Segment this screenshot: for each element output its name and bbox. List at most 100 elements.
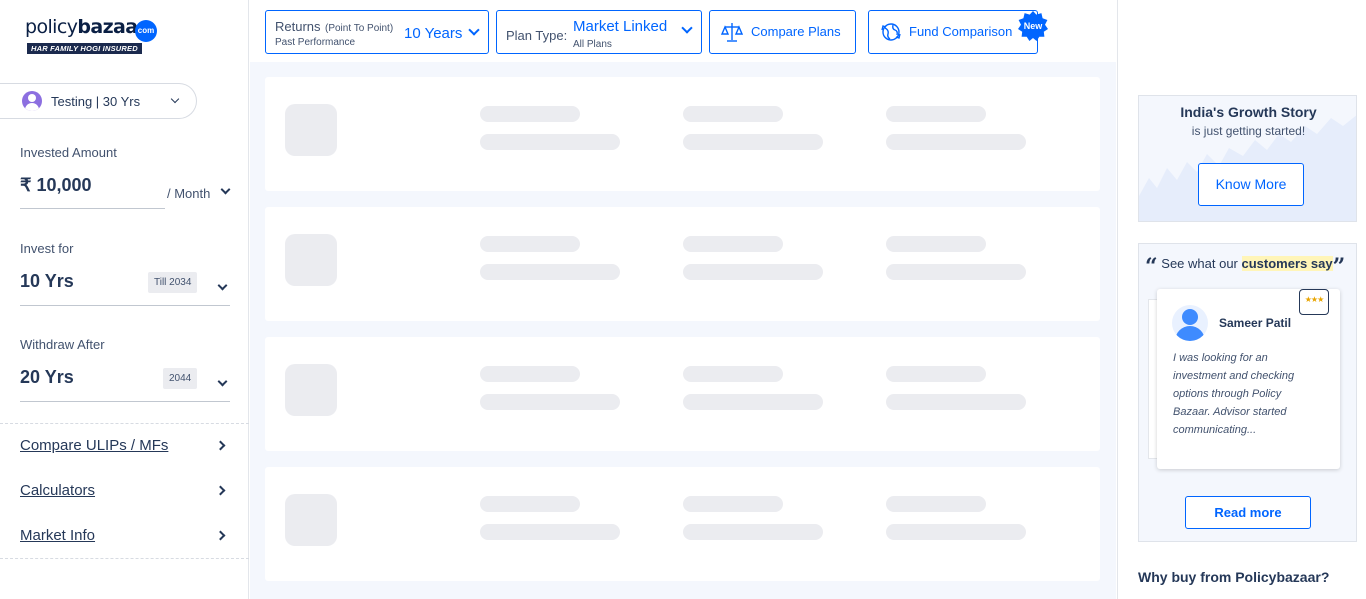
profile-selector[interactable]: Testing | 30 Yrs bbox=[0, 83, 197, 119]
chevron-down-icon[interactable] bbox=[220, 184, 231, 195]
chevron-down-icon bbox=[681, 22, 693, 34]
policybazaar-logo[interactable]: policybazaar com HAR FAMILY HOGI INSURED bbox=[25, 16, 165, 58]
withdraw-after-value[interactable]: 20 Yrs bbox=[20, 367, 74, 388]
logo-tagline: HAR FAMILY HOGI INSURED bbox=[27, 43, 142, 54]
skeleton-line bbox=[683, 496, 783, 512]
skeleton-line bbox=[683, 236, 783, 252]
customer-reviews-card: “ See what our customers say” Sameer Pat… bbox=[1138, 243, 1357, 542]
skeleton-line bbox=[886, 366, 986, 382]
filter-bar: Returns (Point To Point) Past Performanc… bbox=[250, 0, 1116, 62]
profile-label: Testing | 30 Yrs bbox=[51, 93, 141, 109]
skeleton-line bbox=[480, 134, 620, 150]
compare-ulips-label: Compare ULIPs / MFs bbox=[20, 437, 169, 454]
compare-plans-label: Compare Plans bbox=[751, 24, 841, 39]
skeleton-line bbox=[683, 394, 823, 410]
chevron-right-icon bbox=[215, 440, 226, 451]
invested-amount-underline bbox=[20, 208, 165, 209]
reviews-heading: “ See what our customers say” bbox=[1145, 254, 1345, 280]
skeleton-line bbox=[886, 106, 986, 122]
open-quote-icon: “ bbox=[1145, 254, 1158, 280]
skeleton-line bbox=[683, 366, 783, 382]
sidebar: policybazaar com HAR FAMILY HOGI INSURED… bbox=[0, 0, 249, 599]
skeleton-line bbox=[886, 264, 1026, 280]
skeleton-line bbox=[480, 496, 580, 512]
results-area: Returns (Point To Point) Past Performanc… bbox=[250, 0, 1116, 599]
invested-amount-label: Invested Amount bbox=[20, 145, 117, 160]
logo-dotcom-badge: com bbox=[135, 20, 157, 42]
chevron-right-icon bbox=[215, 530, 226, 541]
divider bbox=[0, 558, 249, 559]
skeleton-logo bbox=[285, 494, 337, 546]
plan-type-filter[interactable]: Plan Type: Market Linked All Plans bbox=[496, 10, 702, 54]
skeleton-line bbox=[886, 134, 1026, 150]
know-more-button[interactable]: Know More bbox=[1198, 163, 1304, 206]
invested-amount-field: Invested Amount bbox=[20, 145, 230, 160]
calculators-link[interactable]: Calculators bbox=[20, 482, 230, 499]
close-quote-icon: ” bbox=[1332, 254, 1346, 280]
review-text: I was looking for an investment and chec… bbox=[1173, 352, 1295, 436]
app-root: policybazaar com HAR FAMILY HOGI INSURED… bbox=[0, 0, 1366, 599]
chevron-down-icon bbox=[468, 24, 480, 36]
chevron-down-icon[interactable] bbox=[217, 280, 228, 291]
frequency-selector[interactable]: / Month bbox=[167, 186, 210, 201]
skeleton-logo bbox=[285, 364, 337, 416]
skeleton-line bbox=[886, 394, 1026, 410]
returns-label: Returns bbox=[275, 19, 321, 34]
frequency-label: / Month bbox=[167, 186, 211, 201]
growth-story-card: India's Growth Story is just getting sta… bbox=[1138, 95, 1357, 222]
fund-comparison-button[interactable]: Fund Comparison bbox=[868, 10, 1038, 54]
invested-amount-input[interactable]: ₹ 10,000 bbox=[20, 175, 92, 196]
chevron-down-icon bbox=[170, 94, 180, 104]
skeleton-line bbox=[886, 236, 986, 252]
rating-stars-icon: ★★★ bbox=[1299, 289, 1329, 315]
plan-type-value: Market Linked bbox=[573, 18, 668, 35]
invest-for-value[interactable]: 10 Yrs bbox=[20, 271, 74, 292]
skeleton-logo bbox=[285, 104, 337, 156]
fund-comparison-label: Fund Comparison bbox=[909, 24, 1013, 39]
why-buy-heading: Why buy from Policybazaar? bbox=[1138, 569, 1330, 585]
returns-value: 10 Years bbox=[404, 25, 463, 42]
plan-card-skeleton bbox=[265, 207, 1100, 321]
reviewer-name: Sameer Patil bbox=[1219, 316, 1292, 330]
market-info-label: Market Info bbox=[20, 527, 96, 544]
invest-for-underline bbox=[20, 305, 230, 306]
skeleton-line bbox=[480, 394, 620, 410]
plan-type-label: Plan Type: bbox=[506, 28, 568, 43]
skeleton-line bbox=[683, 106, 783, 122]
review-card: Sameer Patil I was looking for an invest… bbox=[1157, 289, 1340, 469]
returns-label-row: Returns (Point To Point) bbox=[275, 18, 393, 36]
skeleton-line bbox=[683, 134, 823, 150]
skeleton-line bbox=[480, 524, 620, 540]
returns-sub-label: Past Performance bbox=[275, 37, 356, 48]
growth-subtitle: is just getting started! bbox=[1191, 124, 1306, 138]
plan-type-sub-label: All Plans bbox=[573, 39, 612, 50]
invest-for-label: Invest for bbox=[20, 241, 74, 256]
skeleton-line bbox=[886, 496, 986, 512]
calculators-label: Calculators bbox=[20, 482, 96, 499]
market-info-link[interactable]: Market Info bbox=[20, 527, 230, 544]
skeleton-line bbox=[480, 264, 620, 280]
skeleton-line bbox=[480, 106, 580, 122]
growth-title: India's Growth Story bbox=[1180, 104, 1317, 120]
plan-card-skeleton bbox=[265, 467, 1100, 581]
withdraw-after-label: Withdraw After bbox=[20, 337, 105, 352]
plan-card-skeleton bbox=[265, 337, 1100, 451]
chevron-down-icon[interactable] bbox=[217, 376, 228, 387]
compare-ulips-link[interactable]: Compare ULIPs / MFs bbox=[20, 437, 230, 454]
withdraw-year-chip: 2044 bbox=[163, 368, 198, 389]
chevron-right-icon bbox=[215, 485, 226, 496]
reviewer-avatar bbox=[1172, 305, 1208, 341]
right-panel: India's Growth Story is just getting sta… bbox=[1117, 0, 1366, 599]
skeleton-logo bbox=[285, 234, 337, 286]
balance-scale-icon bbox=[721, 23, 743, 42]
skeleton-line bbox=[683, 264, 823, 280]
reviews-heading-highlight: customers say bbox=[1241, 256, 1333, 271]
returns-filter[interactable]: Returns (Point To Point) Past Performanc… bbox=[265, 10, 489, 54]
plan-card-skeleton bbox=[265, 77, 1100, 191]
globe-arrows-icon bbox=[881, 23, 901, 41]
compare-plans-button[interactable]: Compare Plans bbox=[709, 10, 856, 54]
returns-paren-label: (Point To Point) bbox=[324, 23, 394, 34]
invest-for-year-chip: Till 2034 bbox=[148, 272, 198, 293]
read-more-button[interactable]: Read more bbox=[1185, 496, 1311, 529]
divider bbox=[0, 423, 249, 424]
